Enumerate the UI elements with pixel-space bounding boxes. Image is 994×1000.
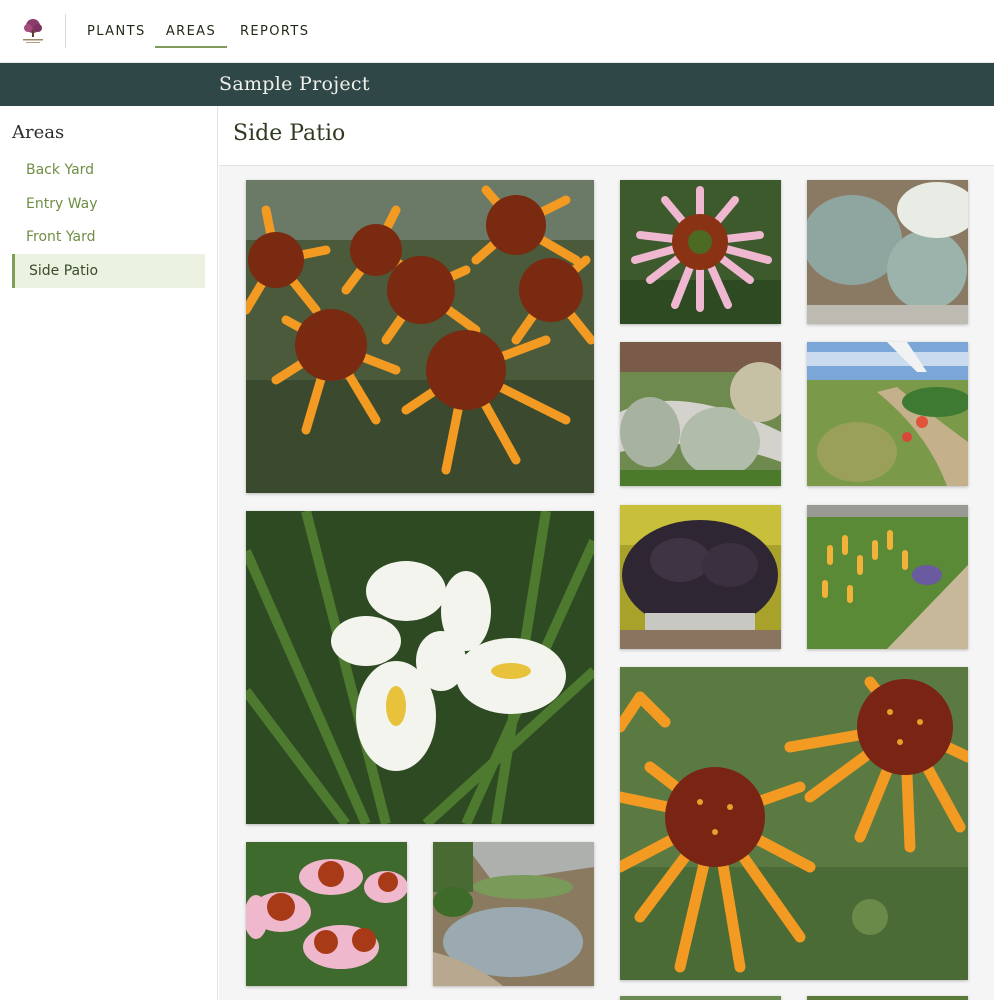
rock-garden-grasses-photo[interactable] bbox=[433, 842, 594, 986]
photo-gallery bbox=[219, 166, 994, 1000]
orange-coneflower-closeup-photo[interactable] bbox=[620, 667, 968, 980]
blue-fescue-grass-photo[interactable] bbox=[807, 180, 968, 324]
grand-tree-logo-icon[interactable] bbox=[17, 15, 49, 47]
project-bar: Sample Project bbox=[0, 63, 994, 106]
nav-reports[interactable]: REPORTS bbox=[240, 22, 308, 48]
nav-areas[interactable]: AREAS bbox=[155, 22, 227, 48]
garden-path-sculpture-photo[interactable] bbox=[807, 342, 968, 486]
red-hot-poker-border-photo[interactable] bbox=[807, 505, 968, 649]
white-iris-photo[interactable] bbox=[246, 511, 594, 824]
sidebar-item-entry-way[interactable]: Entry Way bbox=[12, 187, 205, 221]
page-title: Side Patio bbox=[233, 121, 346, 146]
sidebar-item-side-patio[interactable]: Side Patio bbox=[12, 254, 205, 288]
pink-coneflower-photo[interactable] bbox=[620, 180, 781, 324]
pink-coneflowers-cluster-photo[interactable] bbox=[246, 842, 407, 986]
orange-coneflowers-photo[interactable] bbox=[246, 180, 594, 493]
area-header: Side Patio bbox=[219, 106, 994, 166]
nav-plants[interactable]: PLANTS bbox=[87, 22, 144, 48]
ornamental-grasses-border-photo[interactable] bbox=[620, 342, 781, 486]
photo-thumbnail[interactable] bbox=[807, 996, 968, 1000]
areas-sidebar: Areas Back Yard Entry Way Front Yard Sid… bbox=[0, 106, 218, 1000]
sidebar-item-back-yard[interactable]: Back Yard bbox=[12, 153, 205, 187]
logo-divider bbox=[65, 14, 66, 48]
dark-heuchera-pot-photo[interactable] bbox=[620, 505, 781, 649]
photo-thumbnail[interactable] bbox=[620, 996, 781, 1000]
top-nav: PLANTS AREAS REPORTS bbox=[0, 0, 994, 63]
sidebar-item-front-yard[interactable]: Front Yard bbox=[12, 220, 205, 254]
sidebar-heading: Areas bbox=[12, 122, 65, 143]
project-title[interactable]: Sample Project bbox=[219, 73, 370, 95]
